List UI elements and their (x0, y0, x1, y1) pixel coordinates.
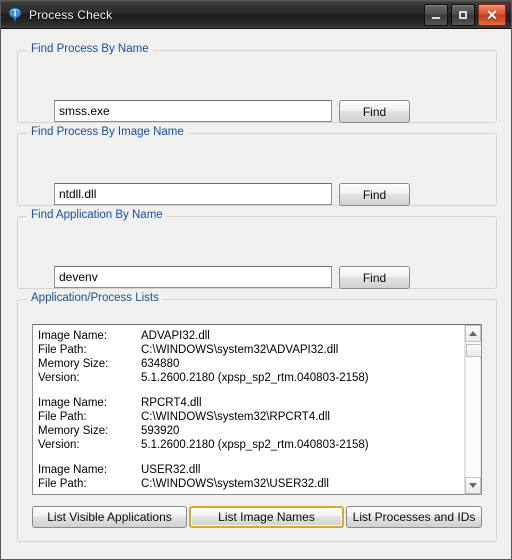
value-memory-size: 593920 (141, 425, 180, 437)
label-memory-size: Memory Size: (38, 358, 109, 370)
list-image-names-button-label: List Image Names (218, 510, 315, 524)
label-image-name: Image Name: (38, 464, 108, 476)
value-image-name: USER32.dll (141, 464, 201, 476)
client-area: Find Process By Name Find Find Process B… (1, 29, 511, 559)
group-legend-find-application-by-name: Find Application By Name (27, 209, 167, 221)
label-image-name: Image Name: (38, 397, 108, 409)
list-scrollbar[interactable] (464, 325, 481, 494)
process-name-input[interactable] (54, 100, 332, 122)
process-check-window: Process Check ✕ Find Process By Name Fin… (0, 0, 512, 560)
scrollbar-track[interactable] (465, 342, 481, 477)
scroll-down-button[interactable] (465, 477, 481, 494)
list-row-file-path: File Path: C:\WINDOWS\system32\ADVAPI32.… (38, 343, 464, 357)
window-controls: ✕ (424, 4, 506, 26)
maximize-icon (452, 5, 474, 25)
value-file-path: C:\WINDOWS\system32\RPCRT4.dll (141, 411, 330, 423)
value-version: 5.1.2600.2180 (xpsp_sp2_rtm.040803-2158) (141, 372, 369, 384)
list-row-memory-size: Memory Size: 634880 (38, 357, 464, 371)
list-image-names-button[interactable]: List Image Names (189, 506, 344, 528)
value-version: 5.1.2600.2180 (xpsp_sp2_rtm.040803-2158) (141, 439, 369, 451)
value-file-path: C:\WINDOWS\system32\USER32.dll (141, 478, 329, 490)
list-processes-and-ids-button[interactable]: List Processes and IDs (346, 506, 482, 528)
list-entry: Image Name: RPCRT4.dll File Path: C:\WIN… (38, 396, 464, 452)
list-entry: Image Name: USER32.dll File Path: C:\WIN… (38, 463, 464, 491)
find-application-by-name-button[interactable]: Find (339, 266, 410, 289)
label-file-path: File Path: (38, 411, 87, 423)
info-balloon-icon (7, 7, 23, 23)
list-row-image-name: Image Name: ADVAPI32.dll (38, 329, 464, 343)
group-legend-find-process-by-name: Find Process By Name (27, 43, 153, 55)
find-application-by-name-button-label: Find (362, 270, 387, 285)
value-memory-size: 634880 (141, 358, 180, 370)
list-row-version: Version: 5.1.2600.2180 (xpsp_sp2_rtm.040… (38, 438, 464, 452)
process-list-content: Image Name: ADVAPI32.dll File Path: C:\W… (33, 325, 464, 494)
group-legend-find-process-by-image-name: Find Process By Image Name (27, 126, 188, 138)
label-version: Version: (38, 372, 80, 384)
minimize-button[interactable] (424, 4, 448, 26)
scroll-up-button[interactable] (465, 325, 481, 342)
close-button[interactable]: ✕ (478, 4, 506, 26)
label-file-path: File Path: (38, 344, 87, 356)
find-process-by-image-name-button-label: Find (362, 187, 387, 202)
find-process-by-image-name-button[interactable]: Find (339, 183, 410, 206)
list-entry: Image Name: ADVAPI32.dll File Path: C:\W… (38, 329, 464, 385)
chevron-up-icon (469, 331, 477, 336)
list-visible-applications-button[interactable]: List Visible Applications (32, 506, 187, 528)
process-list-textarea[interactable]: Image Name: ADVAPI32.dll File Path: C:\W… (32, 324, 482, 495)
maximize-button[interactable] (451, 4, 475, 26)
chevron-down-icon (469, 483, 477, 488)
list-processes-and-ids-button-label: List Processes and IDs (352, 510, 476, 524)
list-row-version: Version: 5.1.2600.2180 (xpsp_sp2_rtm.040… (38, 371, 464, 385)
label-version: Version: (38, 439, 80, 451)
value-file-path: C:\WINDOWS\system32\ADVAPI32.dll (141, 344, 339, 356)
list-row-memory-size: Memory Size: 593920 (38, 424, 464, 438)
title-bar[interactable]: Process Check ✕ (1, 1, 511, 29)
window-title: Process Check (29, 7, 113, 22)
list-row-image-name: Image Name: RPCRT4.dll (38, 396, 464, 410)
close-icon: ✕ (486, 6, 498, 23)
minimize-icon (425, 5, 447, 25)
value-image-name: RPCRT4.dll (141, 397, 202, 409)
value-image-name: ADVAPI32.dll (141, 330, 210, 342)
label-file-path: File Path: (38, 478, 87, 490)
list-visible-applications-button-label: List Visible Applications (47, 510, 172, 524)
find-process-by-name-button-label: Find (362, 104, 387, 119)
application-name-input[interactable] (54, 266, 332, 288)
list-row-file-path: File Path: C:\WINDOWS\system32\USER32.dl… (38, 477, 464, 491)
find-process-by-name-button[interactable]: Find (339, 100, 410, 123)
scrollbar-thumb[interactable] (466, 344, 481, 357)
image-name-input[interactable] (54, 183, 332, 205)
list-row-file-path: File Path: C:\WINDOWS\system32\RPCRT4.dl… (38, 410, 464, 424)
list-row-image-name: Image Name: USER32.dll (38, 463, 464, 477)
label-image-name: Image Name: (38, 330, 108, 342)
group-legend-application-process-lists: Application/Process Lists (27, 292, 163, 304)
label-memory-size: Memory Size: (38, 425, 109, 437)
